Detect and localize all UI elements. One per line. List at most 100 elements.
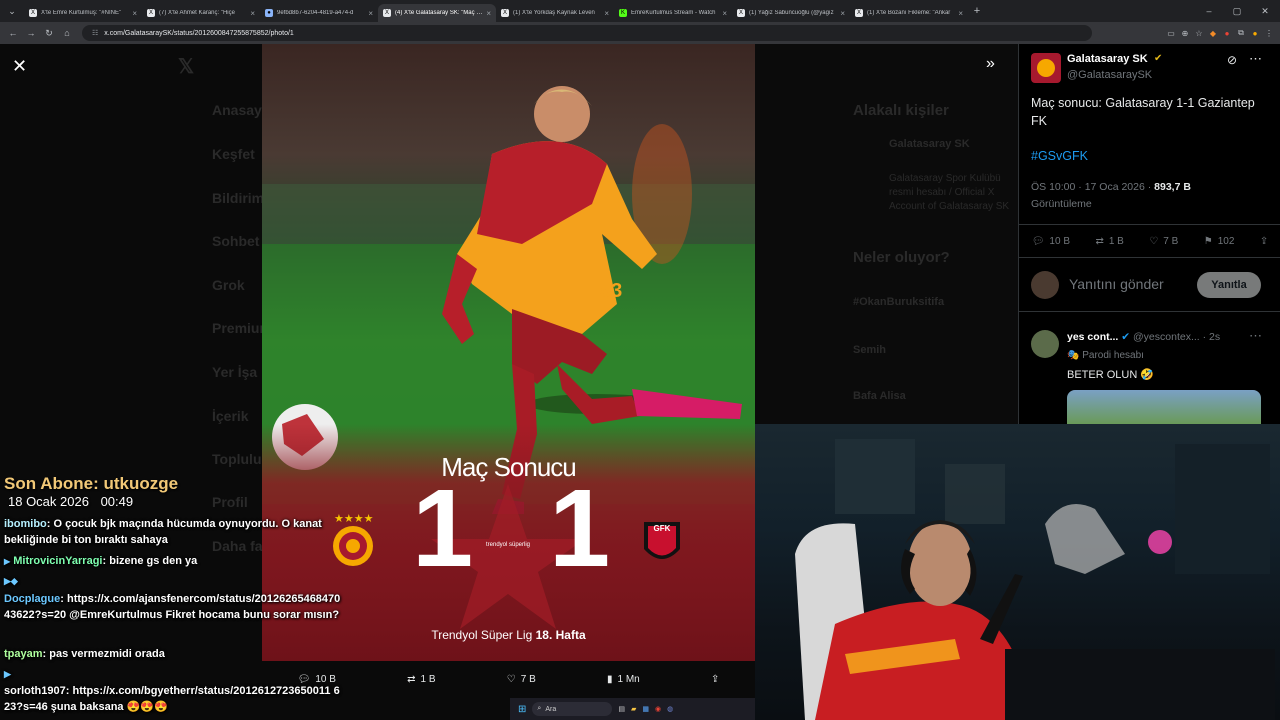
author-handle[interactable]: @GalatasaraySK [1067, 69, 1152, 81]
reply-count: 10 B [1049, 235, 1070, 247]
chat-badges: ▶︎◆ [4, 576, 18, 586]
chat-username: sorloth1907 [4, 685, 66, 697]
share-button[interactable]: ⇪ [711, 674, 719, 685]
jersey-number: 53 [600, 280, 623, 302]
reply-media-thumbnail[interactable] [1067, 390, 1261, 424]
grok-icon[interactable]: ⊘ [1227, 53, 1237, 67]
close-tab-icon[interactable]: × [250, 9, 255, 18]
trend-item: Semih [853, 344, 887, 356]
views-button[interactable]: ▮ 1 Mn [607, 674, 640, 685]
window-close-icon[interactable]: ✕ [1256, 6, 1274, 17]
reply-submit-button[interactable]: Yanıtla [1197, 272, 1261, 298]
tab-title: (1) X'te Yorkdaş Kaynak Leven [513, 10, 595, 16]
bookmark-star-icon[interactable]: ☆ [1192, 29, 1206, 38]
browser-tab[interactable]: X (7) X'te Ahmet Karanç: "Hiçe × [142, 4, 260, 22]
nav-item: Bildirim [212, 190, 265, 206]
forward-icon[interactable]: → [22, 28, 40, 38]
share-button[interactable]: ⇪ [1260, 236, 1268, 247]
league-name: Trendyol Süper Lig [431, 628, 533, 642]
author-name[interactable]: Galatasaray SK [1067, 53, 1148, 65]
task-view-icon[interactable]: ▤ [618, 705, 625, 713]
browser-tab[interactable]: X (1) X'te Bozanı Fikleme: "Ankar × [850, 4, 968, 22]
retweet-icon: ⇄ [1095, 235, 1104, 247]
close-viewer-icon[interactable]: ✕ [12, 56, 27, 77]
zoom-icon[interactable]: ⊕ [1178, 29, 1192, 38]
site-info-icon[interactable]: ☷ [92, 29, 98, 37]
tab-search-icon[interactable]: ⌄ [0, 6, 24, 17]
tab-title: (7) X'te Ahmet Karanç: "Hiçe [159, 10, 235, 16]
like-button[interactable]: ♡ 7 B [507, 674, 536, 685]
chat-username: ibomibo [4, 518, 47, 530]
browser-tab[interactable]: X (1) X'te Yorkdaş Kaynak Leven × [496, 4, 614, 22]
more-options-icon[interactable]: ⋯ [1249, 328, 1262, 344]
retweet-button[interactable]: ⇄ 1 B [407, 674, 435, 685]
menu-icon[interactable]: ⋮ [1262, 29, 1276, 38]
reply-icon: 💬︎ [1031, 235, 1045, 247]
close-tab-icon[interactable]: × [132, 9, 137, 18]
like-count: 7 B [1163, 235, 1179, 247]
related-account-bio: Galatasaray Spor Kulübü resmi hesabı / O… [889, 173, 1010, 212]
tweet-views-label: Görüntüleme [1031, 198, 1092, 210]
chat-text: O çocuk bjk maçında hücumda oynuyordu. O… [4, 518, 322, 546]
reply-author-name[interactable]: yes cont... [1067, 331, 1118, 343]
heart-icon: ♡ [506, 673, 516, 685]
reply-composer: Yanıtını gönder Yanıtla [1019, 258, 1280, 312]
retweet-count: 1 B [420, 673, 436, 685]
more-options-icon[interactable]: ⋯ [1249, 51, 1262, 67]
close-tab-icon[interactable]: × [486, 9, 491, 18]
like-button[interactable]: ♡ 7 B [1149, 236, 1178, 247]
address-bar[interactable]: ☷ x.com/GalatasaraySK/status/20126008472… [82, 25, 1092, 41]
back-icon[interactable]: ← [4, 28, 22, 38]
tweet-views-count: 893,7 B [1154, 181, 1191, 193]
discord-icon[interactable]: ◍ [667, 705, 673, 713]
tab-title: 9efbd8b7-6204-4819-a474-d [277, 10, 354, 16]
reply-author-handle[interactable]: @yescontex... [1133, 331, 1200, 343]
kick-badge-icon: ▶︎ [4, 557, 11, 566]
reply-tweet[interactable]: yes cont... ✔ @yescontex... · 2s ⋯ 🎭 Par… [1019, 322, 1280, 424]
extension-icon[interactable]: ● [1220, 29, 1234, 38]
maximize-icon[interactable]: ▢ [1228, 6, 1246, 17]
tab-strip: ⌄ X X'te Emre Kurtulmuş: "#NİNE" × X (7) X'… [0, 0, 1280, 22]
retweet-button[interactable]: ⇄ 1 B [1095, 236, 1123, 247]
close-tab-icon[interactable]: × [604, 9, 609, 18]
file-explorer-icon[interactable]: ▰ [631, 705, 636, 713]
week-label: 18. Hafta [535, 628, 586, 642]
extensions-puzzle-icon[interactable]: ⧉ [1234, 28, 1248, 38]
chrome-icon[interactable]: ◉ [655, 705, 661, 713]
cast-icon[interactable]: ▭ [1164, 29, 1178, 38]
nav-item: Sohbet [212, 233, 260, 249]
collapse-panel-icon[interactable]: » [986, 55, 995, 73]
reply-input[interactable]: Yanıtını gönder [1069, 276, 1164, 292]
new-tab-icon[interactable]: + [968, 5, 986, 17]
extension-icon[interactable]: ◆ [1206, 29, 1220, 38]
bookmark-button[interactable]: ⚑ 102 [1204, 236, 1235, 247]
tweet-hashtag[interactable]: #GSvGFK [1031, 149, 1088, 163]
profile-avatar-icon[interactable]: ● [1248, 29, 1262, 38]
minimize-icon[interactable]: – [1200, 6, 1218, 16]
os-taskbar: ⊞ ⌕ Ara ▤ ▰ ▦ ◉ ◍ [510, 698, 755, 720]
home-icon[interactable]: ⌂ [58, 28, 76, 38]
close-tab-icon[interactable]: × [958, 9, 963, 18]
browser-tab[interactable]: K EmreKurtulmus Stream - Watch × [614, 4, 732, 22]
reply-button[interactable]: 💬︎ 10 B [1032, 236, 1070, 247]
app-icon[interactable]: ▦ [642, 705, 649, 713]
browser-tab[interactable]: X (1) Yağız Sabuncuoğlu (@yagız × [732, 4, 850, 22]
chat-message: ▶︎ MitrovicinYarragi: bizene gs den ya [4, 555, 198, 567]
bookmark-count: 102 [1217, 235, 1235, 247]
tweet-timestamp[interactable]: ÖS 10:00 · 17 Oca 2026 · [1031, 181, 1154, 193]
reply-header: yes cont... ✔ @yescontex... · 2s [1067, 331, 1220, 343]
reload-icon[interactable]: ↻ [40, 28, 58, 39]
browser-tab[interactable]: ● 9efbd8b7-6204-4819-a474-d × [260, 4, 378, 22]
nav-item: Grok [212, 277, 245, 293]
close-tab-icon[interactable]: × [722, 9, 727, 18]
windows-start-icon[interactable]: ⊞ [518, 704, 526, 715]
x-logo-icon: X [147, 9, 155, 17]
taskbar-search[interactable]: ⌕ Ara [532, 702, 613, 716]
browser-tab-active[interactable]: X (4) X'te Galatasaray SK: "Maç so × [378, 4, 496, 22]
close-tab-icon[interactable]: × [368, 9, 373, 18]
close-tab-icon[interactable]: × [840, 9, 845, 18]
verified-blue-icon: ✔ [1121, 331, 1131, 343]
author-avatar[interactable] [1031, 53, 1061, 83]
reply-avatar[interactable] [1031, 330, 1059, 358]
browser-tab[interactable]: X X'te Emre Kurtulmuş: "#NİNE" × [24, 4, 142, 22]
